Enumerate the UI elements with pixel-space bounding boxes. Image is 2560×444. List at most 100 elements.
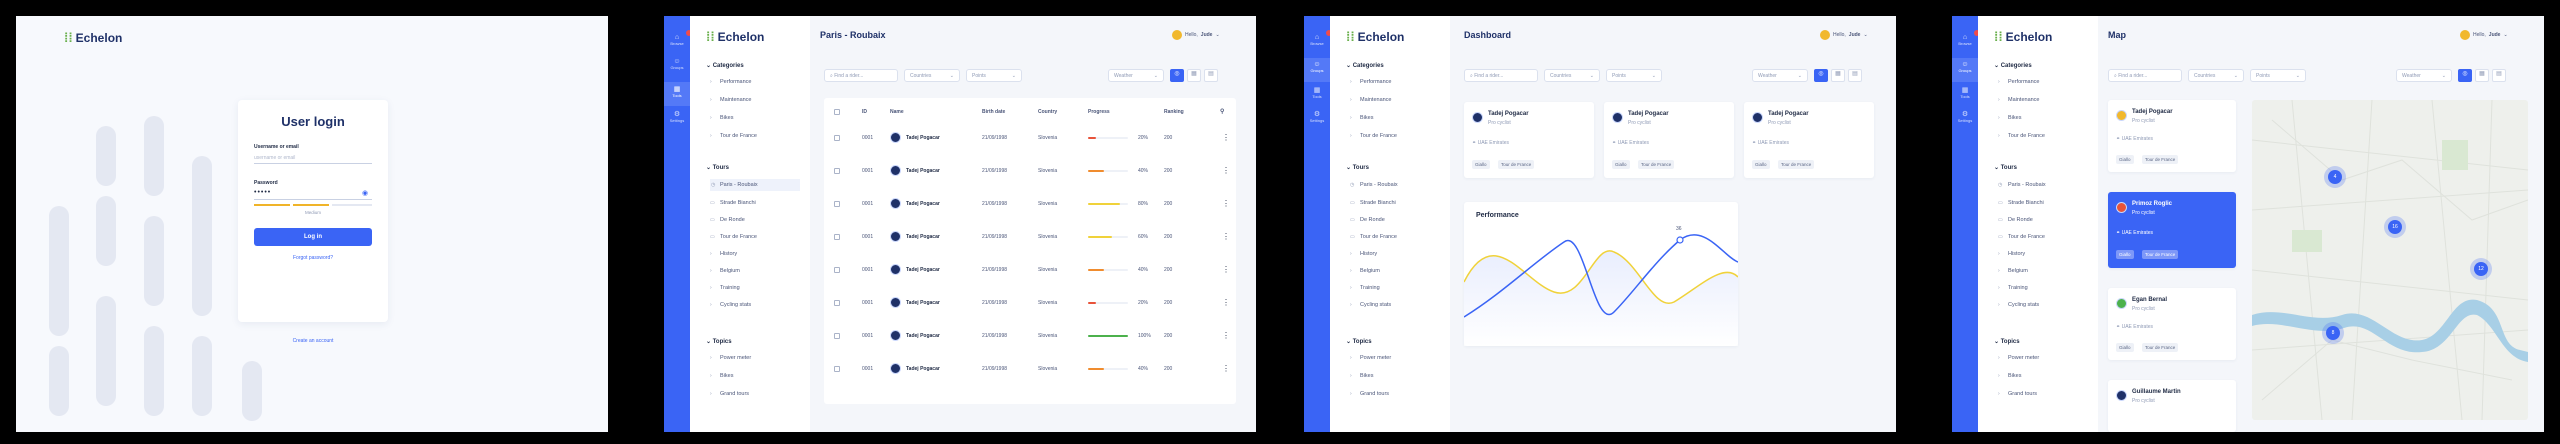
more-icon[interactable]: ⋮ <box>1222 199 1230 208</box>
sidebar-item-cycling-stats[interactable]: › Cycling stats <box>710 302 751 308</box>
tag-chip[interactable]: Giallo <box>2116 250 2134 259</box>
points-select[interactable]: Points ⌄ <box>1606 69 1662 82</box>
sidebar-item-belgium[interactable]: › Belgium <box>1350 268 1380 274</box>
points-select[interactable]: Points ⌄ <box>2250 69 2306 82</box>
row-checkbox[interactable] <box>834 267 840 273</box>
row-checkbox[interactable] <box>834 168 840 174</box>
tag-chip[interactable]: Tour de France <box>2142 250 2179 259</box>
sidebar-item-tour-de-france[interactable]: › Tour de France <box>710 133 757 139</box>
sidebar-item-history[interactable]: › History <box>1998 251 2025 257</box>
cell-name[interactable]: Tadej Pogacar <box>906 201 940 207</box>
sidebar-item-performance[interactable]: › Performance <box>1350 79 1392 85</box>
map-cluster-marker[interactable]: 8 <box>2326 326 2340 340</box>
login-button[interactable]: Log in <box>254 228 372 246</box>
rider-card-selected[interactable]: Primoz Roglic Pro cyclist ⚭ UAE Emirates… <box>2108 192 2236 268</box>
sidebar-item-de-ronde[interactable]: ▭ De Ronde <box>1350 217 1385 223</box>
row-checkbox[interactable] <box>834 234 840 240</box>
tag-chip[interactable]: Giallo <box>1472 160 1490 169</box>
sidebar-item-de-ronde[interactable]: ▭ De Ronde <box>1998 217 2033 223</box>
rail-item-settings[interactable]: ⚙ Settings <box>1952 110 1978 123</box>
tag-chip[interactable]: Giallo <box>2116 155 2134 164</box>
sidebar-item-history[interactable]: › History <box>1350 251 1377 257</box>
more-icon[interactable]: ⋮ <box>1222 133 1230 142</box>
rail-item-tools[interactable]: ▦ Tools <box>664 82 690 106</box>
sidebar-item-bikes[interactable]: › Bikes <box>1998 115 2021 121</box>
sidebar-item-cycling-stats[interactable]: › Cycling stats <box>1350 302 1391 308</box>
more-icon[interactable]: ⋮ <box>1222 265 1230 274</box>
countries-select[interactable]: Countries ⌄ <box>2188 69 2244 82</box>
tag-chip[interactable]: Giallo <box>2116 343 2134 352</box>
rail-item-settings[interactable]: ⚙ Settings <box>1304 110 1330 123</box>
view-globe-button[interactable]: ◎ <box>1170 69 1184 82</box>
sidebar-item-tour-de-france[interactable]: ▭ Tour de France <box>710 234 757 240</box>
rail-item-tools[interactable]: ▦ Tools <box>1304 86 1330 99</box>
map-cluster-marker[interactable]: 16 <box>2388 220 2402 234</box>
row-checkbox[interactable] <box>834 300 840 306</box>
more-icon[interactable]: ⋮ <box>1222 298 1230 307</box>
more-icon[interactable]: ⋮ <box>1222 232 1230 241</box>
header-name[interactable]: Name <box>890 109 904 115</box>
cell-name[interactable]: Tadej Pogacar <box>906 168 940 174</box>
view-grid-button[interactable]: ▦ <box>1831 69 1845 82</box>
sidebar-item-tour-de-france[interactable]: ▭ Tour de France <box>1350 234 1397 240</box>
more-icon[interactable]: ⋮ <box>1222 331 1230 340</box>
sidebar-item-paris-roubaix[interactable]: ◷ Paris - Roubaix <box>710 179 800 191</box>
tag-chip[interactable]: Giallo <box>1752 160 1770 169</box>
cell-name[interactable]: Tadej Pogacar <box>906 366 940 372</box>
select-all-checkbox[interactable] <box>834 109 840 115</box>
sidebar-item-bikes[interactable]: › Bikes <box>1350 115 1373 121</box>
sidebar-item-maintenance[interactable]: › Maintenance <box>1998 97 2040 103</box>
sidebar-item-bikes[interactable]: › Bikes <box>710 115 733 121</box>
map-cluster-marker[interactable]: 4 <box>2328 170 2342 184</box>
sidebar-item-power-meter[interactable]: › Power meter <box>710 355 751 361</box>
view-list-button[interactable]: ▤ <box>2492 69 2506 82</box>
header-birth-date[interactable]: Birth date <box>982 109 1005 115</box>
cell-name[interactable]: Tadej Pogacar <box>906 135 940 141</box>
section-categories[interactable]: ⌄ Categories <box>1346 62 1384 69</box>
row-checkbox[interactable] <box>834 366 840 372</box>
section-tours[interactable]: ⌄ Tours <box>1994 164 2017 171</box>
rider-card[interactable]: Tadej Pogacar Pro cyclist ⚭ UAE Emirates… <box>1744 102 1874 178</box>
weather-select[interactable]: Weather ⌄ <box>1752 69 1808 82</box>
search-input[interactable]: ⌕ Find a rider... <box>1464 69 1538 82</box>
rail-item-browse[interactable]: ⌂ Browse <box>664 34 690 46</box>
sidebar-item-grand-tours[interactable]: › Grand tours <box>1350 391 1389 397</box>
sidebar-item-strade-bianchi[interactable]: ▭ Strade Bianchi <box>1350 200 1396 206</box>
section-topics[interactable]: ⌄ Topics <box>1994 338 2020 345</box>
section-categories[interactable]: ⌄ Categories <box>706 62 744 69</box>
map-cluster-marker[interactable]: 12 <box>2474 262 2488 276</box>
rail-item-browse[interactable]: ⌂ Browse <box>1952 34 1978 46</box>
view-globe-button[interactable]: ◎ <box>1814 69 1828 82</box>
tag-chip[interactable]: Tour de France <box>1498 160 1535 169</box>
rail-item-settings[interactable]: ⚙ Settings <box>664 110 690 123</box>
sidebar-item-grand-tours[interactable]: › Grand tours <box>1998 391 2037 397</box>
sidebar-item-grand-tours[interactable]: › Grand tours <box>710 391 749 397</box>
header-country[interactable]: Country <box>1038 109 1057 115</box>
view-list-button[interactable]: ▤ <box>1848 69 1862 82</box>
sidebar-item-paris-roubaix[interactable]: ◷ Paris - Roubaix <box>1998 182 2046 188</box>
cell-name[interactable]: Tadej Pogacar <box>906 234 940 240</box>
section-topics[interactable]: ⌄ Topics <box>706 338 732 345</box>
rail-item-tools[interactable]: ▦ Tools <box>1952 86 1978 99</box>
rider-card[interactable]: Guillaume Martin Pro cyclist <box>2108 380 2236 432</box>
sidebar-item-performance[interactable]: › Performance <box>1998 79 2040 85</box>
sidebar-item-strade-bianchi[interactable]: ▭ Strade Bianchi <box>710 200 756 206</box>
rail-item-groups[interactable]: ☺ Groups <box>1952 58 1978 82</box>
countries-select[interactable]: Countries ⌄ <box>1544 69 1600 82</box>
user-menu[interactable]: Hello, Jude ⌄ <box>1172 30 1220 40</box>
sidebar-item-paris-roubaix[interactable]: ◷ Paris - Roubaix <box>1350 182 1398 188</box>
search-input[interactable]: ⌕ Find a rider... <box>2108 69 2182 82</box>
view-grid-button[interactable]: ▦ <box>1187 69 1201 82</box>
brand-logo[interactable]: ⁞⁞ Echelon <box>64 30 122 45</box>
sidebar-item-belgium[interactable]: › Belgium <box>1998 268 2028 274</box>
eye-icon[interactable]: ◉ <box>362 189 368 197</box>
peak-point[interactable] <box>1676 236 1684 244</box>
forgot-password-link[interactable]: Forgot password? <box>238 255 388 261</box>
sidebar-item-training[interactable]: › Training <box>1350 285 1380 291</box>
header-ranking[interactable]: Ranking <box>1164 109 1184 115</box>
more-icon[interactable]: ⋮ <box>1222 364 1230 373</box>
tag-chip[interactable]: Tour de France <box>1778 160 1815 169</box>
header-id[interactable]: ID <box>862 109 867 115</box>
sidebar-item-de-ronde[interactable]: ▭ De Ronde <box>710 217 745 223</box>
more-icon[interactable]: ⋮ <box>1222 166 1230 175</box>
